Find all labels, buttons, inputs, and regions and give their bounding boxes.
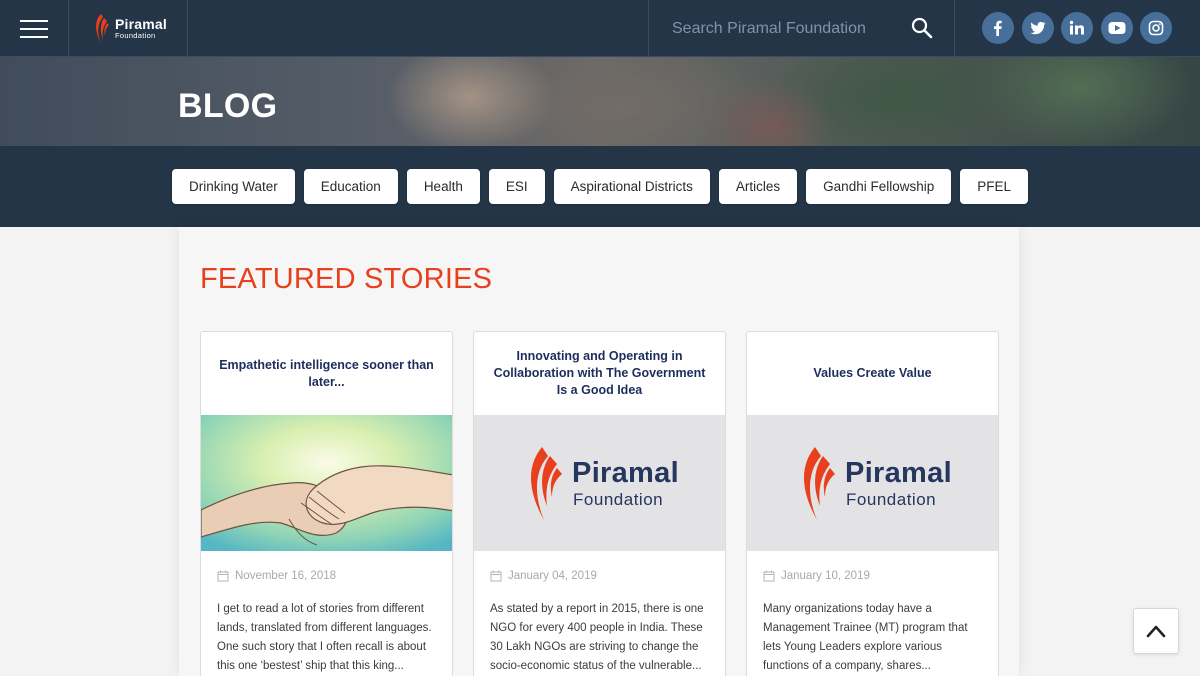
story-excerpt: Many organizations today have a Manageme…: [763, 603, 968, 672]
site-logo[interactable]: Piramal Foundation: [69, 0, 188, 57]
instagram-icon[interactable]: [1140, 12, 1172, 44]
piramal-logo-image: Piramal Foundation: [747, 415, 998, 551]
linkedin-icon[interactable]: [1061, 12, 1093, 44]
logo-name: Piramal: [572, 456, 679, 489]
category-gandhi-fellowship[interactable]: Gandhi Fellowship: [806, 169, 952, 204]
facebook-icon[interactable]: [982, 12, 1014, 44]
search-bar: [648, 0, 955, 57]
story-excerpt: I get to read a lot of stories from diff…: [217, 603, 432, 672]
story-date-text: January 10, 2019: [781, 570, 870, 582]
calendar-icon: [490, 570, 502, 582]
piramal-flame-icon: [804, 447, 836, 520]
category-esi[interactable]: ESI: [488, 169, 545, 204]
story-card[interactable]: Innovating and Operating in Collaboratio…: [473, 331, 726, 676]
logo-sub: Foundation: [573, 489, 664, 509]
story-card[interactable]: Empathetic intelligence sooner than late…: [200, 331, 453, 676]
category-articles[interactable]: Articles: [718, 169, 798, 204]
story-title[interactable]: Values Create Value: [747, 332, 998, 415]
twitter-icon[interactable]: [1021, 12, 1054, 44]
story-date: January 10, 2019: [763, 570, 870, 582]
logo-sub: Foundation: [115, 31, 156, 41]
category-aspirational-districts[interactable]: Aspirational Districts: [553, 169, 710, 204]
chevron-up-icon: [1146, 625, 1166, 638]
story-date: November 16, 2018: [217, 570, 336, 582]
story-date: January 04, 2019: [490, 570, 597, 582]
story-title[interactable]: Innovating and Operating in Collaboratio…: [474, 332, 725, 415]
social-links: [982, 12, 1172, 44]
category-health[interactable]: Health: [406, 169, 480, 204]
featured-title: FEATURED STORIES: [200, 263, 493, 295]
logo-text: Piramal Foundation: [115, 17, 167, 40]
handshake-image: [201, 415, 452, 551]
story-title[interactable]: Empathetic intelligence sooner than late…: [201, 332, 452, 415]
top-navbar: Piramal Foundation: [0, 0, 1200, 57]
piramal-logo-image: Piramal Foundation: [474, 415, 725, 551]
calendar-icon: [217, 570, 229, 582]
search-icon[interactable]: [910, 16, 934, 40]
category-pfel[interactable]: PFEL: [960, 169, 1028, 204]
youtube-icon[interactable]: [1100, 12, 1133, 44]
category-drinking-water[interactable]: Drinking Water: [171, 169, 295, 204]
category-education[interactable]: Education: [303, 169, 398, 204]
category-filter-bar: Drinking Water Education Health ESI Aspi…: [0, 146, 1200, 227]
logo-name: Piramal: [115, 16, 167, 33]
menu-icon[interactable]: [0, 0, 69, 57]
story-date-text: January 04, 2019: [508, 570, 597, 582]
page-title: BLOG: [178, 87, 278, 125]
calendar-icon: [763, 570, 775, 582]
back-to-top-button[interactable]: [1133, 608, 1179, 654]
story-card[interactable]: Values Create Value Piramal Foundation J…: [746, 331, 999, 676]
featured-stories-section: FEATURED STORIES Empathetic intelligence…: [179, 227, 1019, 676]
piramal-flame-icon: [531, 447, 563, 520]
story-excerpt: As stated by a report in 2015, there is …: [490, 603, 704, 672]
piramal-flame-icon: [96, 13, 109, 44]
logo-name: Piramal: [845, 456, 952, 489]
logo-sub: Foundation: [846, 489, 937, 509]
search-input[interactable]: [672, 19, 912, 38]
blog-hero-banner: BLOG: [0, 57, 1200, 146]
story-date-text: November 16, 2018: [235, 570, 337, 582]
